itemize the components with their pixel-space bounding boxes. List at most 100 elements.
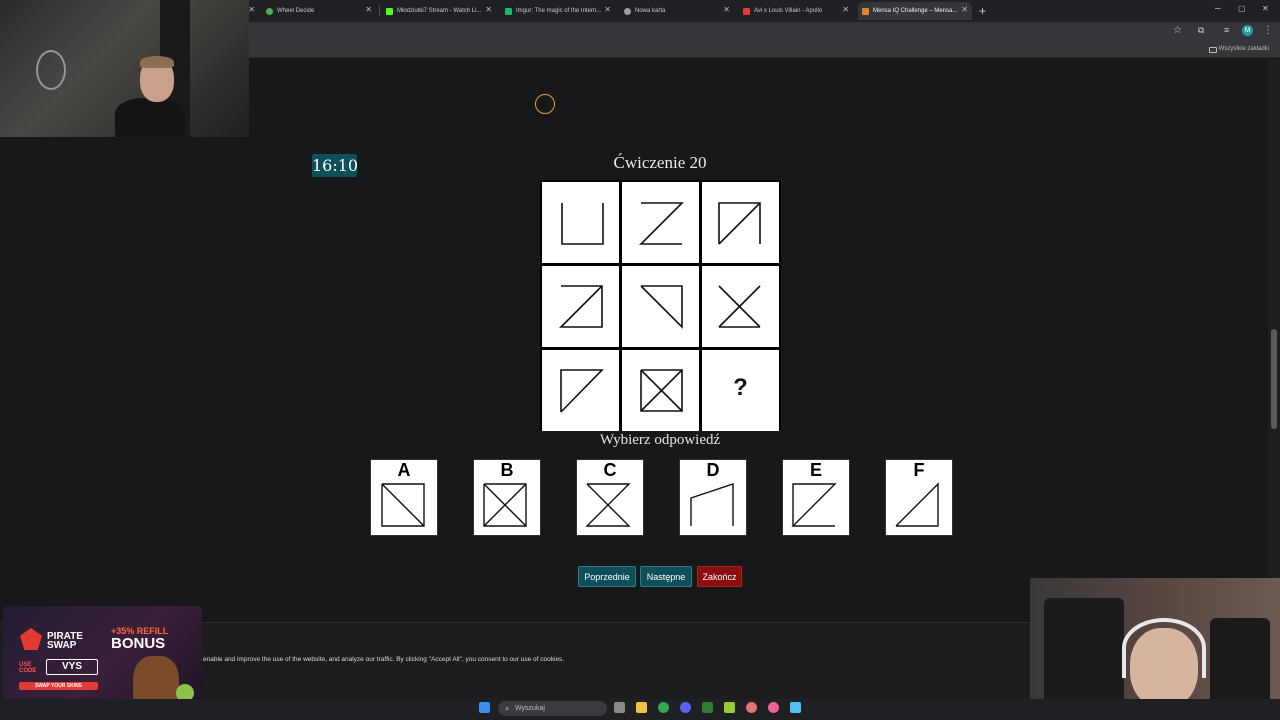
tab-close-icon[interactable]: ✕ xyxy=(723,5,730,14)
tab-divider xyxy=(379,5,380,16)
all-bookmarks-link[interactable]: Wszystkie zakładki xyxy=(1219,46,1269,52)
browser-tab-active[interactable]: Mensa IQ Challenge – Mensa... ✕ xyxy=(858,2,972,20)
cross-bar-figure-icon xyxy=(718,285,761,328)
task-view-icon[interactable] xyxy=(614,702,625,713)
tab-title: Mensa IQ Challenge – Mensa... xyxy=(873,8,958,14)
bookmark-star-icon[interactable]: ☆ xyxy=(1173,25,1182,36)
app-icon[interactable] xyxy=(702,702,713,713)
discord-icon[interactable] xyxy=(680,702,691,713)
z-shape-figure-icon xyxy=(639,202,684,245)
tab-title: Imgur: The magic of the Intern... xyxy=(516,8,602,14)
finish-button[interactable]: Zakończ xyxy=(697,566,742,587)
box-diagonal-figure-icon xyxy=(381,483,425,527)
headphones-icon xyxy=(1122,618,1206,678)
media-control-icon[interactable]: ≡ xyxy=(1224,25,1229,35)
matrix-cell-6 xyxy=(702,266,779,347)
new-tab-button[interactable]: + xyxy=(979,4,986,18)
hourglass-figure-icon xyxy=(585,483,631,527)
pirate-logo-icon xyxy=(20,628,42,650)
tab-title: Avi x Louis Villain - Apollo xyxy=(754,8,823,14)
profile-avatar[interactable]: M xyxy=(1242,25,1253,36)
matrix-cell-3 xyxy=(702,182,779,263)
hair-shape xyxy=(140,56,174,68)
browser-tab[interactable]: Avi x Louis Villain - Apollo ✕ xyxy=(739,2,853,20)
answer-option-d[interactable]: D xyxy=(679,459,747,536)
close-window-icon[interactable]: ✕ xyxy=(1262,4,1269,13)
promo-bonus: BONUS xyxy=(111,635,166,652)
webcam-overlay-streamer xyxy=(0,0,249,137)
promo-brand-line: SWAP xyxy=(47,640,77,651)
app-icon[interactable] xyxy=(724,702,735,713)
app-icon[interactable] xyxy=(746,702,757,713)
n-shape-figure-icon xyxy=(690,483,734,526)
hourglass-box-figure-icon xyxy=(640,369,683,412)
steam-icon[interactable] xyxy=(790,702,801,713)
chrome-icon[interactable] xyxy=(658,702,669,713)
answer-option-b[interactable]: B xyxy=(473,459,541,536)
favicon-icon xyxy=(266,7,273,15)
promo-brand: PIRATE SWAP xyxy=(47,632,83,651)
tab-close-icon[interactable]: ✕ xyxy=(365,5,372,14)
corner-diagonal-figure-icon xyxy=(718,202,761,245)
tab-title: Młodziutki7 Stream - Watch Li... xyxy=(397,8,482,14)
matrix-cell-2 xyxy=(622,182,699,263)
tab-close-icon[interactable]: ✕ xyxy=(248,5,255,14)
answer-option-a[interactable]: A xyxy=(370,459,438,536)
browser-tab[interactable]: Nowa karta ✕ xyxy=(620,2,734,20)
u-shape-figure-icon xyxy=(561,203,604,245)
puzzle-matrix: ? xyxy=(540,180,781,431)
kick-favicon-icon xyxy=(386,7,393,15)
previous-button[interactable]: Poprzednie xyxy=(578,566,636,587)
answer-prompt: Wybierz odpowiedź xyxy=(599,432,721,448)
youtube-favicon-icon xyxy=(743,7,750,15)
browser-tab[interactable]: Wheel Decide ✕ xyxy=(262,2,376,20)
windows-start-icon[interactable] xyxy=(479,702,490,713)
extensions-icon[interactable]: ⧉ xyxy=(1198,25,1204,36)
app-icon[interactable] xyxy=(768,702,779,713)
matrix-cell-missing: ? xyxy=(702,350,779,431)
promo-tagline: SWAP YOUR SKINS xyxy=(19,682,98,690)
matrix-cell-7 xyxy=(542,350,619,431)
matrix-cell-5 xyxy=(622,266,699,347)
page-title: Ćwiczenie 20 xyxy=(613,153,707,172)
answer-option-e[interactable]: E xyxy=(782,459,850,536)
right-triangle-figure-icon xyxy=(895,482,939,527)
promo-code: VYS xyxy=(46,659,98,675)
tab-close-icon[interactable]: ✕ xyxy=(604,5,611,14)
tab-title: Nowa karta xyxy=(635,8,666,14)
tab-title: Wheel Decide xyxy=(277,8,315,14)
browser-tab[interactable]: Imgur: The magic of the Intern... ✕ xyxy=(501,2,615,20)
mensa-favicon-icon xyxy=(862,7,869,15)
triangle-down-figure-icon xyxy=(640,285,683,329)
taskbar-search-input[interactable]: Wyszukaj xyxy=(498,701,607,716)
person-body-shape xyxy=(115,98,185,137)
minimize-icon[interactable]: – xyxy=(1215,3,1221,14)
next-button[interactable]: Następne xyxy=(640,566,692,587)
tab-close-icon[interactable]: ✕ xyxy=(842,5,849,14)
browser-tab[interactable]: ✕ xyxy=(248,2,259,20)
maximize-icon[interactable]: ▢ xyxy=(1238,4,1246,13)
cursor-highlight-icon xyxy=(535,94,555,114)
cookie-banner-text: enable and improve the use of the websit… xyxy=(203,656,565,663)
tab-close-icon[interactable]: ✕ xyxy=(485,5,492,14)
matrix-cell-4 xyxy=(542,266,619,347)
question-mark: ? xyxy=(733,374,748,401)
flag-triangle-figure-icon xyxy=(560,369,604,413)
menu-kebab-icon[interactable]: ⋮ xyxy=(1263,25,1273,36)
countdown-timer: 16:10 xyxy=(312,154,359,177)
triangle-figure-icon xyxy=(559,285,603,328)
chrome-favicon-icon xyxy=(624,7,631,15)
folder-icon xyxy=(1209,47,1217,53)
scrollbar-thumb[interactable] xyxy=(1271,329,1277,429)
box-cross-figure-icon xyxy=(483,483,527,527)
browser-tab[interactable]: Młodziutki7 Stream - Watch Li... ✕ xyxy=(382,2,496,20)
search-icon: ⌕ xyxy=(505,704,510,713)
fan-icon xyxy=(36,50,66,90)
promo-use-line: CODE xyxy=(19,668,37,674)
matrix-cell-8 xyxy=(622,350,699,431)
file-explorer-icon[interactable] xyxy=(636,702,647,713)
answer-option-f[interactable]: F xyxy=(885,459,953,536)
open-box-diagonal-figure-icon xyxy=(791,483,837,527)
answer-option-c[interactable]: C xyxy=(576,459,644,536)
tab-close-icon[interactable]: ✕ xyxy=(961,5,968,14)
